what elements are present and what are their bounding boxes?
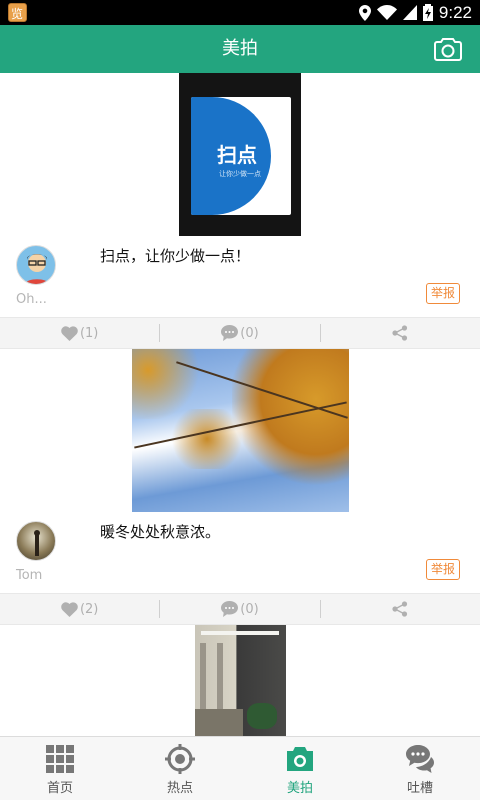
nav-label: 美拍	[286, 781, 313, 796]
photo-feed[interactable]: 扫点 让你少做一点 扫点，让你少做一点！ Oh... 举报 (1) (0) 暖冬…	[0, 73, 480, 736]
comment-button[interactable]: (0)	[160, 594, 319, 624]
nav-item-chat[interactable]: 吐槽	[360, 737, 480, 800]
nav-label: 首页	[46, 781, 73, 796]
comment-count: (0)	[240, 601, 259, 617]
post-photo[interactable]	[194, 625, 286, 736]
status-time: 9:22	[438, 2, 472, 22]
heart-icon	[61, 601, 78, 617]
photo-logo-text: 扫点	[217, 143, 257, 167]
wifi-icon	[376, 5, 397, 20]
signal-icon	[402, 5, 417, 20]
share-icon	[392, 325, 408, 341]
location-icon	[358, 4, 371, 21]
like-count: (1)	[79, 325, 99, 341]
status-bar: 9:22	[0, 0, 480, 25]
avatar[interactable]	[16, 245, 56, 285]
report-button[interactable]: 举报	[426, 283, 460, 304]
post-caption: 扫点，让你少做一点！	[100, 247, 251, 265]
nav-item-photo[interactable]: 美拍	[240, 737, 360, 800]
post-username[interactable]: Tom	[16, 568, 42, 583]
post-caption: 暖冬处处秋意浓。	[100, 523, 221, 541]
post-username[interactable]: Oh...	[16, 292, 47, 307]
post-action-bar: (1) (0)	[0, 317, 480, 349]
notification-app-icon	[8, 3, 27, 22]
camera-icon[interactable]	[434, 36, 462, 62]
nav-item-hot[interactable]: 热点	[120, 737, 240, 800]
heart-icon	[61, 325, 78, 341]
page-title: 美拍	[222, 38, 258, 59]
title-bar: 美拍	[0, 25, 480, 73]
post-card: 暖冬处处秋意浓。 Tom 举报	[0, 349, 480, 593]
post-photo[interactable]: 扫点 让你少做一点	[179, 73, 301, 236]
report-button[interactable]: 举报	[426, 559, 460, 580]
battery-icon	[422, 4, 433, 21]
post-photo[interactable]	[131, 349, 349, 512]
comment-button[interactable]: (0)	[160, 318, 319, 348]
target-icon	[165, 744, 195, 774]
share-icon	[392, 601, 408, 617]
camera-icon	[287, 747, 313, 771]
nav-label: 热点	[166, 781, 193, 796]
nav-item-home[interactable]: 首页	[0, 737, 120, 800]
comment-count: (0)	[240, 325, 259, 341]
bottom-nav: 首页 热点 美拍 吐槽	[0, 736, 480, 800]
comment-icon	[221, 601, 239, 617]
post-action-bar: (2) (0)	[0, 593, 480, 625]
photo-sub-text: 让你少做一点	[219, 170, 261, 178]
post-card: 扫点 让你少做一点 扫点，让你少做一点！ Oh... 举报	[0, 73, 480, 317]
like-button[interactable]: (2)	[0, 594, 159, 624]
like-button[interactable]: (1)	[0, 318, 159, 348]
nav-label: 吐槽	[406, 781, 433, 796]
comment-icon	[221, 325, 239, 341]
post-card	[0, 625, 480, 736]
avatar[interactable]	[16, 521, 56, 561]
grid-icon	[46, 745, 74, 773]
share-button[interactable]	[321, 318, 480, 348]
like-count: (2)	[79, 601, 99, 617]
share-button[interactable]	[321, 594, 480, 624]
chat-bubbles-icon	[406, 745, 434, 773]
